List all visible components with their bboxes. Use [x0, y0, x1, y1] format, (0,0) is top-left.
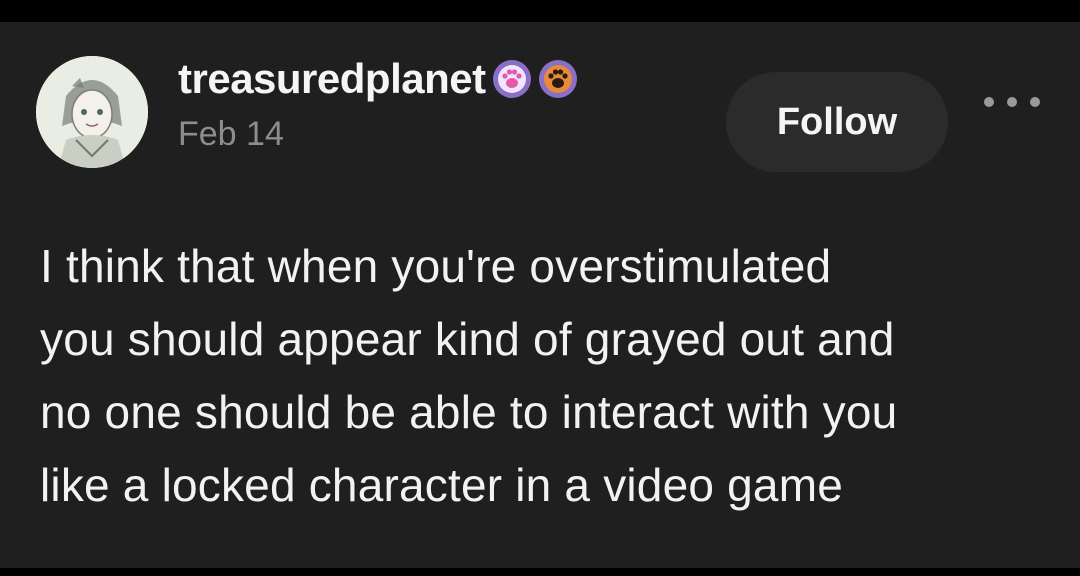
more-dot — [984, 97, 994, 107]
avatar-image — [36, 56, 148, 168]
more-options-icon[interactable] — [984, 84, 1040, 120]
more-dot — [1007, 97, 1017, 107]
post-body-line: no one should be able to interact with y… — [40, 386, 898, 438]
follow-button[interactable]: Follow — [726, 72, 948, 172]
author-row: treasuredplanet — [178, 52, 578, 106]
post-body-line: you should appear kind of grayed out and — [40, 313, 895, 365]
more-dot — [1030, 97, 1040, 107]
post-body-line: I think that when you're overstimulated — [40, 240, 832, 292]
post-date: Feb 14 — [178, 115, 284, 153]
post-body: I think that when you're overstimulated … — [40, 230, 1060, 522]
post-body-line: like a locked character in a video game — [40, 459, 844, 511]
avatar[interactable] — [36, 56, 148, 168]
author-username[interactable]: treasuredplanet — [178, 52, 486, 106]
paw-badge-pink-icon[interactable] — [492, 59, 532, 99]
paw-badge-orange-icon[interactable] — [538, 59, 578, 99]
post-card: treasuredplanet Feb 14 Follow I think th… — [0, 22, 1080, 568]
